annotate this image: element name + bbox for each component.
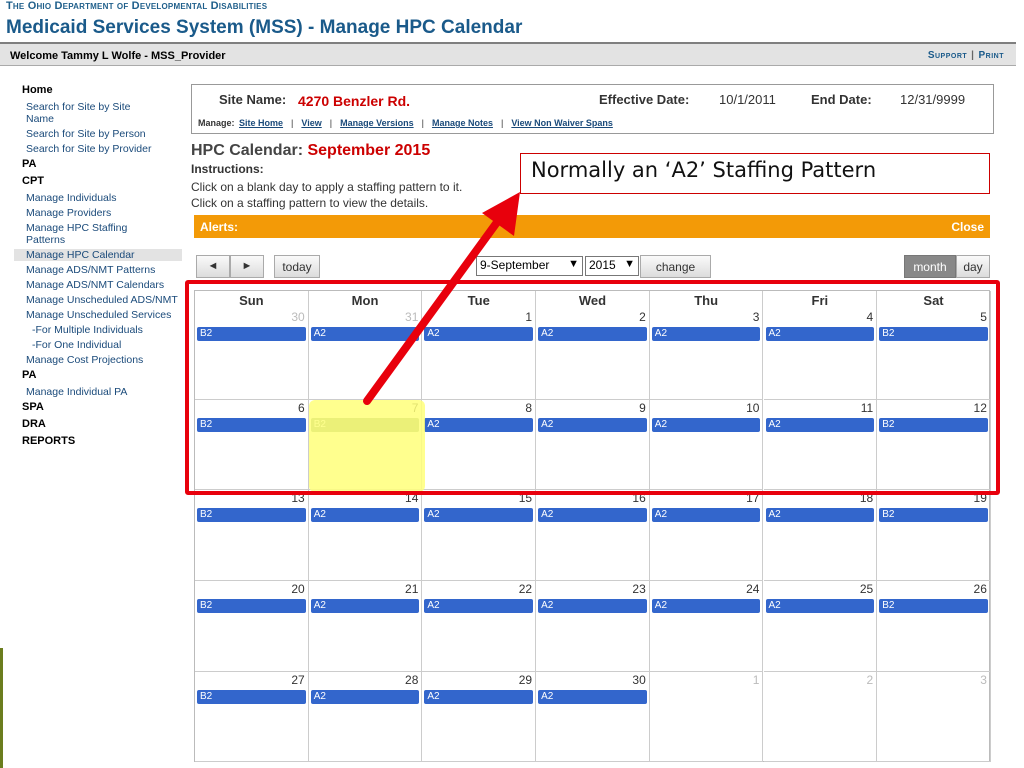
annotation-arrow (363, 192, 520, 405)
callout-box: Normally an ‘A2’ Staffing Pattern (520, 153, 990, 194)
left-edge-bar (0, 648, 3, 768)
arrow-shaft (363, 210, 507, 405)
